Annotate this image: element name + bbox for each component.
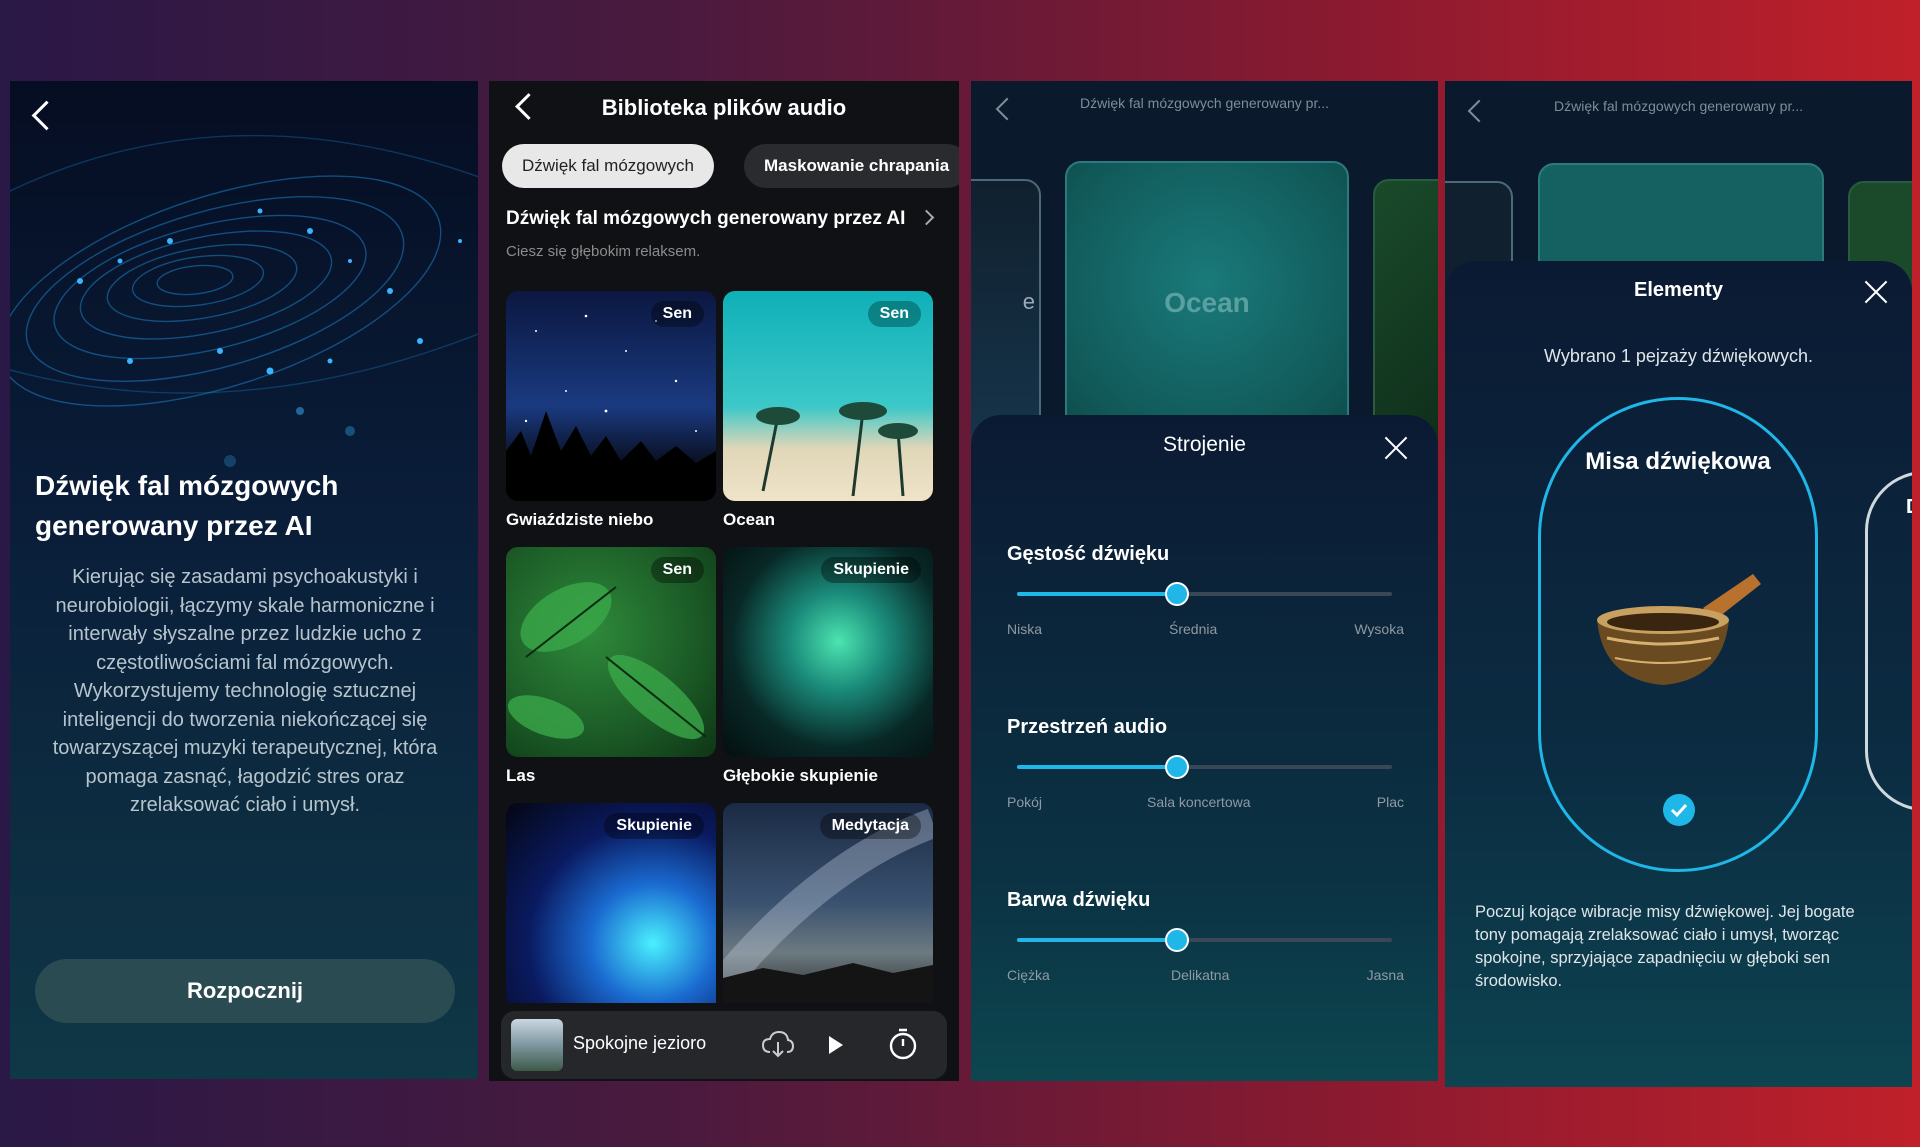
tick-mid: Sala koncertowa bbox=[1147, 794, 1251, 810]
next-card[interactable] bbox=[1373, 179, 1438, 443]
card-label: Głębokie skupienie bbox=[723, 766, 878, 785]
tuning-sheet: Strojenie Gęstość dźwięku Niska Średnia … bbox=[971, 415, 1438, 1081]
tick-mid: Delikatna bbox=[1171, 967, 1230, 983]
tick-high: Wysoka bbox=[1354, 621, 1404, 637]
intro-description: Kierując się zasadami psychoakustyki i n… bbox=[52, 566, 438, 816]
singing-bowl-image bbox=[1597, 574, 1761, 685]
cloud-download-icon[interactable] bbox=[761, 1029, 795, 1059]
card-meditation[interactable]: Medytacja bbox=[723, 803, 933, 1003]
chevron-right-icon[interactable] bbox=[918, 209, 935, 226]
screen-header: Dźwięk fal mózgowych generowany pr... bbox=[1554, 98, 1803, 114]
start-button[interactable]: Rozpocznij bbox=[35, 959, 455, 1023]
sound-bowl-item[interactable]: Misa dźwiękowa bbox=[1538, 397, 1818, 872]
timbre-slider[interactable] bbox=[1017, 928, 1392, 952]
card-label: Ocean bbox=[723, 510, 775, 529]
close-icon[interactable] bbox=[1863, 279, 1889, 305]
item-description: Poczuj kojące wibracje misy dźwiękowej. … bbox=[1475, 903, 1855, 990]
tick-low: Niska bbox=[1007, 621, 1043, 637]
slider-label-density: Gęstość dźwięku bbox=[1007, 543, 1170, 565]
sheet-title: Strojenie bbox=[1163, 433, 1246, 456]
intro-screen: Dźwięk fal mózgowych generowany przez AI… bbox=[10, 81, 478, 1079]
sheet-title: Elementy bbox=[1634, 279, 1723, 301]
next-item-initial: D bbox=[1906, 496, 1912, 519]
tab-brainwave[interactable]: Dźwięk fal mózgowych bbox=[502, 144, 714, 188]
slider-label-timbre: Barwa dźwięku bbox=[1007, 889, 1151, 911]
section-title[interactable]: Dźwięk fal mózgowych generowany przez AI bbox=[506, 208, 905, 230]
slider-knob[interactable] bbox=[1164, 755, 1189, 779]
slider-knob[interactable] bbox=[1164, 928, 1189, 952]
elements-screen: Dźwięk fal mózgowych generowany pr... El… bbox=[1445, 81, 1912, 1087]
tuning-screen: Dźwięk fal mózgowych generowany pr... e … bbox=[971, 81, 1438, 1081]
tick-high: Plac bbox=[1376, 794, 1404, 810]
card-badge: Skupienie bbox=[604, 813, 704, 839]
slider-fill bbox=[1017, 765, 1175, 769]
timer-icon[interactable] bbox=[887, 1027, 919, 1061]
next-element-item[interactable]: D bbox=[1865, 471, 1912, 811]
card-badge: Skupienie bbox=[821, 557, 921, 583]
play-icon[interactable] bbox=[827, 1035, 845, 1055]
card-label: Gwiaździste niebo bbox=[506, 510, 654, 529]
tick-high: Jasna bbox=[1366, 967, 1404, 983]
page-title: Biblioteka plików audio bbox=[601, 95, 847, 120]
card-badge: Medytacja bbox=[819, 813, 921, 839]
density-slider[interactable] bbox=[1017, 582, 1392, 606]
tick-mid: Średnia bbox=[1169, 621, 1218, 637]
mini-player[interactable]: Spokojne jezioro bbox=[501, 1011, 947, 1079]
card-title: Ocean bbox=[1164, 287, 1250, 318]
card-deep-focus[interactable]: Skupienie bbox=[723, 547, 933, 757]
intro-title: Dźwięk fal mózgowych generowany przez AI bbox=[35, 470, 339, 541]
section-subtitle: Ciesz się głębokim relaksem. bbox=[506, 243, 701, 260]
space-slider[interactable] bbox=[1017, 755, 1392, 779]
card-forest[interactable]: Sen bbox=[506, 547, 716, 757]
card-focus-aurora[interactable]: Skupienie bbox=[506, 803, 716, 1003]
tab-snore-masking[interactable]: Maskowanie chrapania bbox=[744, 144, 959, 188]
tick-low: Ciężka bbox=[1007, 967, 1050, 983]
card-ocean[interactable]: Sen bbox=[723, 291, 933, 501]
prev-card-label: e bbox=[1022, 289, 1035, 314]
audio-library-screen: Biblioteka plików audio Dźwięk fal mózgo… bbox=[489, 81, 959, 1081]
slider-label-space: Przestrzeń audio bbox=[1007, 716, 1168, 738]
card-badge: Sen bbox=[867, 301, 921, 327]
tick-low: Pokój bbox=[1007, 794, 1043, 810]
slider-fill bbox=[1017, 592, 1175, 596]
prev-card[interactable]: e bbox=[971, 179, 1041, 443]
item-title: Misa dźwiękowa bbox=[1585, 448, 1771, 475]
slider-knob[interactable] bbox=[1164, 582, 1189, 606]
card-badge: Sen bbox=[650, 557, 704, 583]
screen-header: Dźwięk fal mózgowych generowany pr... bbox=[1080, 95, 1329, 111]
card-starry-sky[interactable]: Sen bbox=[506, 291, 716, 501]
slider-fill bbox=[1017, 938, 1175, 942]
selected-count: Wybrano 1 pejzaży dźwiękowych. bbox=[1544, 346, 1813, 366]
close-icon[interactable] bbox=[1383, 435, 1409, 461]
card-badge: Sen bbox=[650, 301, 704, 327]
card-label: Las bbox=[506, 766, 536, 785]
track-title: Spokojne jezioro bbox=[573, 1033, 707, 1053]
checkmark-icon[interactable] bbox=[1663, 794, 1695, 826]
elements-sheet: Elementy Wybrano 1 pejzaży dźwiękowych. … bbox=[1445, 261, 1912, 1087]
track-thumbnail bbox=[511, 1019, 563, 1071]
